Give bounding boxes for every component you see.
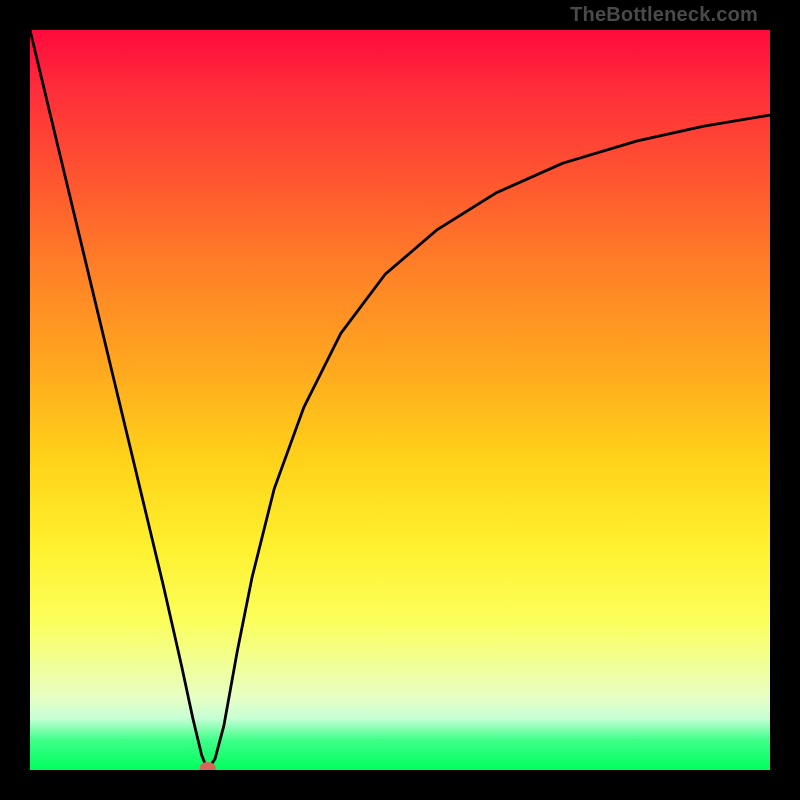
bottleneck-curve [30,30,770,770]
plot-area [30,30,770,770]
watermark-text: TheBottleneck.com [570,4,758,27]
chart-svg [30,30,770,770]
chart-frame: TheBottleneck.com [0,0,800,800]
